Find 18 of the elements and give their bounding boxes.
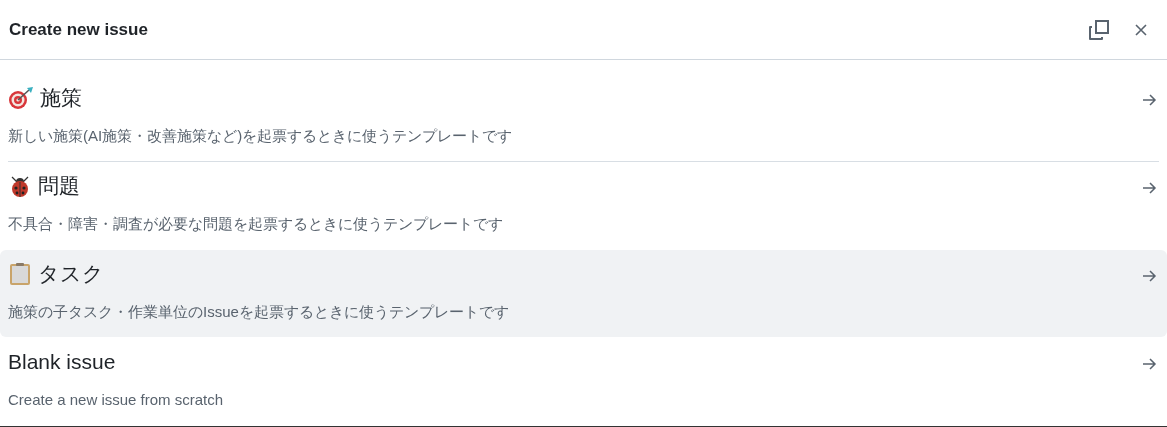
template-description: 新しい施策(AI施策・改善施策など)を起票するときに使うテンプレートです [8, 126, 514, 146]
arrow-right-icon [1141, 356, 1157, 372]
template-title: Blank issue [8, 349, 116, 376]
close-icon[interactable] [1134, 22, 1148, 37]
template-description: Create a new issue from scratch [8, 390, 225, 410]
template-description: 不具合・障害・調査が必要な問題を起票するときに使うテンプレートです [8, 214, 504, 234]
copy-icon[interactable] [1088, 18, 1110, 41]
target-icon [8, 86, 34, 110]
arrow-right-icon [1141, 92, 1157, 108]
dialog-title: Create new issue [9, 18, 149, 41]
template-title: 問題 [38, 173, 80, 200]
arrow-right-icon [1141, 180, 1157, 196]
arrow-right-icon [1141, 268, 1157, 284]
template-option[interactable]: タスク 施策の子タスク・作業単位のIssueを起票するときに使うテンプレートです [0, 250, 1167, 337]
clipboard-icon [8, 262, 32, 286]
template-title: 施策 [40, 85, 82, 112]
template-title: タスク [38, 261, 104, 288]
template-description: 施策の子タスク・作業単位のIssueを起票するときに使うテンプレートです [8, 302, 510, 322]
